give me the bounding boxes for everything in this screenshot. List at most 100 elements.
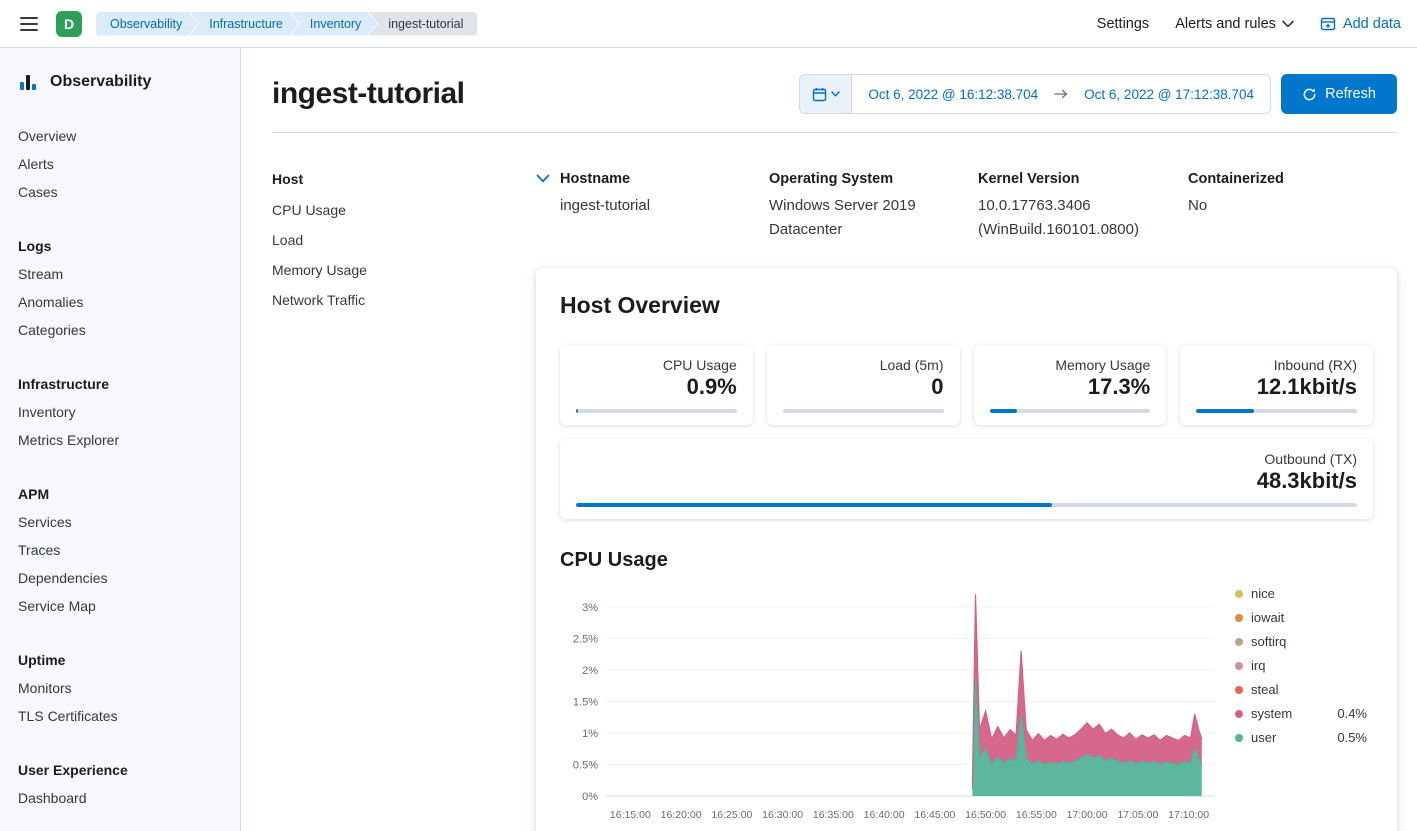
sidebar-group-infrastructure: Infrastructure [0, 370, 240, 398]
metric-progress [990, 409, 1151, 413]
metric-progress-fill [576, 503, 1052, 507]
top-header: D ObservabilityInfrastructureInventoryin… [0, 0, 1417, 48]
metric-progress [576, 503, 1357, 507]
legend-item-iowait[interactable]: iowait [1235, 610, 1367, 625]
metadata-label: Kernel Version [978, 171, 1188, 187]
metric-progress [1196, 409, 1357, 413]
sidebar-item-overview[interactable]: Overview [0, 122, 240, 150]
metadata-value: No [1188, 194, 1397, 218]
svg-text:16:20:00: 16:20:00 [661, 809, 702, 821]
legend-value: 0.5% [1337, 730, 1367, 745]
sidebar-nav: OverviewAlertsCasesLogsStreamAnomaliesCa… [0, 122, 240, 812]
sidebar-item-services[interactable]: Services [0, 508, 240, 536]
alerts-rules-label: Alerts and rules [1175, 16, 1276, 32]
sidebar-group-user-experience: User Experience [0, 756, 240, 784]
metadata-field-kernel-version: Kernel Version10.0.17763.3406 (WinBuild.… [978, 171, 1188, 242]
metadata-field-containerized: ContainerizedNo [1188, 171, 1397, 242]
alerts-rules-menu[interactable]: Alerts and rules [1175, 16, 1294, 32]
legend-item-nice[interactable]: nice [1235, 586, 1367, 601]
sidebar-item-monitors[interactable]: Monitors [0, 674, 240, 702]
subnav-item-cpu-usage[interactable]: CPU Usage [272, 195, 536, 225]
host-metadata: Hostnameingest-tutorialOperating SystemW… [536, 171, 1397, 242]
svg-text:16:35:00: 16:35:00 [813, 809, 854, 821]
sidebar-item-tls-certificates[interactable]: TLS Certificates [0, 702, 240, 730]
metric-tile-outbound-tx: Outbound (TX)48.3kbit/s [560, 439, 1373, 519]
legend-dot [1235, 614, 1243, 622]
date-start[interactable]: Oct 6, 2022 @ 16:12:38.704 [852, 87, 1054, 102]
date-quick-select-button[interactable] [800, 75, 852, 113]
date-end[interactable]: Oct 6, 2022 @ 17:12:38.704 [1068, 87, 1270, 102]
calendar-icon [812, 87, 827, 102]
add-data-label: Add data [1343, 16, 1401, 32]
sidebar-item-dependencies[interactable]: Dependencies [0, 564, 240, 592]
sidebar-item-alerts[interactable]: Alerts [0, 150, 240, 178]
chevron-down-icon [1282, 20, 1294, 28]
svg-text:0.5%: 0.5% [573, 759, 598, 771]
cpu-usage-title: CPU Usage [560, 549, 1373, 572]
settings-link[interactable]: Settings [1097, 16, 1149, 32]
menu-icon[interactable] [16, 13, 42, 35]
sidebar-title: Observability [50, 73, 151, 91]
sidebar-item-traces[interactable]: Traces [0, 536, 240, 564]
cpu-usage-chart[interactable]: 0%0.5%1%1.5%2%2.5%3%16:15:0016:20:0016:2… [560, 578, 1225, 828]
breadcrumb-inventory[interactable]: Inventory [290, 12, 377, 36]
refresh-button[interactable]: Refresh [1281, 74, 1397, 114]
svg-text:16:45:00: 16:45:00 [914, 809, 955, 821]
legend-label: user [1251, 730, 1276, 745]
sidebar-item-dashboard[interactable]: Dashboard [0, 784, 240, 812]
legend-dot [1235, 590, 1243, 598]
host-subnav: Host CPU UsageLoadMemory UsageNetwork Tr… [272, 171, 536, 831]
metric-progress-fill [1196, 409, 1254, 413]
svg-text:16:15:00: 16:15:00 [610, 809, 651, 821]
breadcrumb-ingest-tutorial: ingest-tutorial [368, 12, 477, 36]
legend-item-irq[interactable]: irq [1235, 658, 1367, 673]
subnav-heading: Host [272, 171, 536, 195]
time-controls: Oct 6, 2022 @ 16:12:38.704 Oct 6, 2022 @… [799, 74, 1397, 114]
add-data-link[interactable]: Add data [1320, 16, 1401, 32]
legend-label: system [1251, 706, 1292, 721]
breadcrumb-infrastructure[interactable]: Infrastructure [189, 12, 299, 36]
metric-value: 0.9% [576, 374, 737, 400]
metric-value: 17.3% [990, 374, 1151, 400]
sidebar-item-categories[interactable]: Categories [0, 316, 240, 344]
sidebar-item-metrics-explorer[interactable]: Metrics Explorer [0, 426, 240, 454]
sidebar-item-anomalies[interactable]: Anomalies [0, 288, 240, 316]
svg-text:16:25:00: 16:25:00 [711, 809, 752, 821]
svg-text:17:10:00: 17:10:00 [1168, 809, 1209, 821]
legend-dot [1235, 686, 1243, 694]
legend-item-softirq[interactable]: softirq [1235, 634, 1367, 649]
legend-label: iowait [1251, 610, 1284, 625]
legend-dot [1235, 662, 1243, 670]
main-content: ingest-tutorial Oct 6, 2022 @ 16:12:38.7… [241, 48, 1417, 831]
metric-tile-load-5m: Load (5m)0 [767, 345, 960, 425]
metric-value: 0 [783, 374, 944, 400]
metric-label: Inbound (RX) [1196, 357, 1357, 373]
legend-item-steal[interactable]: steal [1235, 682, 1367, 697]
breadcrumb-observability[interactable]: Observability [96, 12, 198, 36]
collapse-chevron-icon[interactable] [536, 174, 550, 183]
metric-value: 48.3kbit/s [576, 468, 1357, 494]
subnav-item-network-traffic[interactable]: Network Traffic [272, 285, 536, 315]
add-data-icon [1320, 16, 1336, 32]
metadata-grid: Hostnameingest-tutorialOperating SystemW… [560, 171, 1397, 242]
legend-dot [1235, 638, 1243, 646]
svg-text:0%: 0% [582, 791, 598, 803]
sidebar-item-stream[interactable]: Stream [0, 260, 240, 288]
legend-item-system[interactable]: system0.4% [1235, 706, 1367, 721]
svg-text:2.5%: 2.5% [573, 633, 598, 645]
legend-label: softirq [1251, 634, 1286, 649]
legend-label: irq [1251, 658, 1265, 673]
sidebar-group-apm: APM [0, 480, 240, 508]
svg-text:17:05:00: 17:05:00 [1117, 809, 1158, 821]
sidebar-item-service-map[interactable]: Service Map [0, 592, 240, 620]
legend-item-user[interactable]: user 0.5% [1235, 730, 1367, 745]
subnav-item-load[interactable]: Load [272, 225, 536, 255]
sidebar-item-inventory[interactable]: Inventory [0, 398, 240, 426]
legend-dot [1235, 734, 1243, 742]
metric-label: Outbound (TX) [576, 451, 1357, 467]
metric-label: CPU Usage [576, 357, 737, 373]
sidebar-item-cases[interactable]: Cases [0, 178, 240, 206]
subnav-item-memory-usage[interactable]: Memory Usage [272, 255, 536, 285]
sidebar-header: Observability [0, 72, 240, 92]
space-avatar[interactable]: D [56, 11, 82, 37]
